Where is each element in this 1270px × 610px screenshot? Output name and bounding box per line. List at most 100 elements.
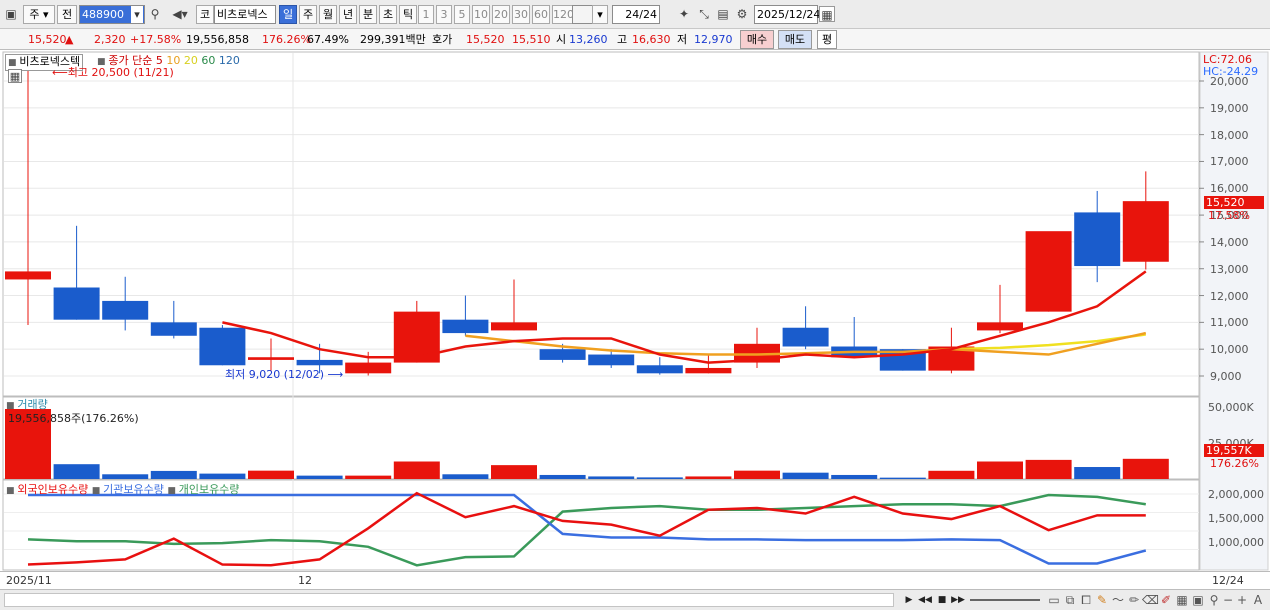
volume-bar: [977, 461, 1023, 479]
interval-tab-1[interactable]: 3: [436, 5, 452, 24]
price-tick: 10,000: [1210, 343, 1249, 357]
price-tick: 9,000: [1210, 370, 1242, 383]
chart-window: ▣ 주 ▾ 전 488900 ▾ ⚲ ◀▾ 코 비츠로넥스 일주월년분초틱 135…: [0, 0, 1270, 610]
period-tab-0[interactable]: 일: [279, 5, 297, 24]
interval-tab-6[interactable]: 60: [532, 5, 550, 24]
calendar-icon[interactable]: ▦: [819, 6, 835, 22]
speaker-icon[interactable]: ◀▾: [166, 6, 194, 22]
square-bullet-icon: ■: [6, 486, 18, 496]
window-icon[interactable]: ▣: [3, 6, 19, 22]
scroll-track[interactable]: [4, 593, 894, 607]
market-select[interactable]: 주 ▾: [23, 5, 55, 24]
gear-icon[interactable]: ⚙: [734, 6, 750, 22]
square-bullet-icon: ■: [6, 401, 18, 411]
paint-icon[interactable]: ✎: [1094, 592, 1110, 608]
holdings-tick: 1,500,000: [1208, 512, 1264, 525]
volume-last-label: 19,556,858주(176.26%): [8, 412, 139, 425]
eraser-icon[interactable]: ⌫: [1142, 592, 1159, 608]
image-icon[interactable]: ▣: [1190, 592, 1206, 608]
holdings-legend: ■ 외국인보유수량 ■ 기관보유수량 ■ 개인보유수량: [6, 483, 239, 498]
open-price: 13,260: [569, 33, 608, 46]
search-icon[interactable]: ⚲: [147, 6, 163, 22]
price-panel-frame: [2, 51, 1200, 397]
bid-price: 15,510: [512, 33, 551, 46]
pencil-icon[interactable]: ✏: [1126, 592, 1142, 608]
low-label: 저: [677, 33, 688, 46]
save-icon[interactable]: ▤: [715, 6, 731, 22]
candle-body: [248, 357, 294, 360]
draw-tool-icon[interactable]: ⤡: [696, 6, 712, 22]
scroll-back-icon[interactable]: ◀◀: [918, 593, 932, 607]
period-tab-5[interactable]: 초: [379, 5, 397, 24]
ask-price: 15,520: [466, 33, 505, 46]
volume-bar: [1025, 459, 1072, 479]
price-change: 2,320: [94, 33, 126, 46]
stop-icon[interactable]: ■: [935, 593, 949, 607]
period-tab-6[interactable]: 틱: [399, 5, 417, 24]
period-tab-3[interactable]: 년: [339, 5, 357, 24]
stock-code-value: 488900: [82, 8, 124, 21]
interval-tab-2[interactable]: 5: [454, 5, 470, 24]
last-price-marker: 15,520: [1204, 196, 1264, 209]
interval-tab-3[interactable]: 10: [472, 5, 490, 24]
volume-bar: [150, 470, 197, 479]
marker-icon[interactable]: ✐: [1158, 592, 1174, 608]
period-tab-2[interactable]: 월: [319, 5, 337, 24]
low-annotation: 최저 9,020 (12/02) ⟶: [225, 368, 343, 381]
scroll-right-icon[interactable]: ▶: [902, 593, 916, 607]
date-field[interactable]: 2025/12/24: [754, 5, 820, 24]
square-bullet-icon: ■: [8, 58, 20, 68]
board-button[interactable]: 코: [196, 5, 214, 24]
interval-dropdown[interactable]: ▾: [592, 5, 608, 24]
chart-toolbar: ▣ 주 ▾ 전 488900 ▾ ⚲ ◀▾ 코 비츠로넥스 일주월년분초틱 135…: [0, 0, 1270, 29]
period-tab-4[interactable]: 분: [359, 5, 377, 24]
grid-icon[interactable]: ▦: [1174, 592, 1190, 608]
volume-bar: [1122, 458, 1169, 479]
expand-icon[interactable]: +: [1234, 592, 1250, 608]
candle-series: [5, 67, 1169, 376]
price-tick: 14,000: [1210, 235, 1249, 249]
volume-bar: [53, 464, 100, 479]
high-price: 16,630: [632, 33, 671, 46]
crosshair-icon[interactable]: ✦: [676, 6, 692, 22]
interval-tab-4[interactable]: 20: [492, 5, 510, 24]
candle-body: [1025, 231, 1072, 312]
low-price: 12,970: [694, 33, 733, 46]
volume-title-text: 거래량: [17, 398, 48, 411]
average-button[interactable]: 평: [817, 30, 837, 49]
interval-tab-0[interactable]: 1: [418, 5, 434, 24]
interval-tab-5[interactable]: 30: [512, 5, 530, 24]
prev-button[interactable]: 전: [57, 5, 77, 24]
volume-bar: [831, 474, 878, 479]
stock-name-field[interactable]: 비츠로넥스: [214, 5, 276, 24]
chevron-down-icon[interactable]: ▾: [131, 6, 143, 23]
ma60-label: 60: [201, 54, 216, 67]
copy-icon[interactable]: ⧠: [1078, 592, 1094, 608]
volume-bar: [345, 475, 392, 479]
x-cursor-label: 12/24: [1212, 574, 1244, 587]
price-tick: 17,000: [1210, 155, 1249, 169]
text-icon[interactable]: A: [1250, 592, 1266, 608]
zoom-slider[interactable]: [970, 599, 1040, 601]
sell-button[interactable]: 매도: [778, 30, 812, 49]
interval-tab-7[interactable]: 120: [552, 5, 574, 24]
scroll-forward-icon[interactable]: ▶▶: [951, 593, 965, 607]
market-select-label: 주: [29, 8, 40, 21]
price-tick: 20,000: [1210, 75, 1249, 88]
stock-code-input[interactable]: 488900 ▾: [79, 5, 145, 24]
ma20-label: 20: [183, 54, 198, 67]
table-icon[interactable]: ▦: [8, 69, 22, 83]
left-arrow-icon: ⟵: [52, 66, 68, 79]
candle-body: [102, 300, 149, 320]
draw-icon[interactable]: 〜: [1110, 592, 1126, 608]
period-tab-1[interactable]: 주: [299, 5, 317, 24]
layout-icon[interactable]: ▭: [1046, 592, 1062, 608]
volume-bar: [1074, 467, 1121, 479]
split-icon[interactable]: ⧉: [1062, 592, 1078, 608]
buy-button[interactable]: 매수: [740, 30, 774, 49]
candle-body: [588, 354, 635, 366]
volume-bar: [442, 474, 489, 479]
count-field[interactable]: 24/24: [612, 5, 660, 24]
price-change-pct: +17.58%: [130, 33, 182, 46]
chart-scrollbar[interactable]: ▶ ◀◀ ■ ▶▶ ▭ ⧉ ⧠ ✎ 〜 ✏ ⌫ ✐ ▦ ▣ ⚲ − + A: [0, 589, 1270, 610]
